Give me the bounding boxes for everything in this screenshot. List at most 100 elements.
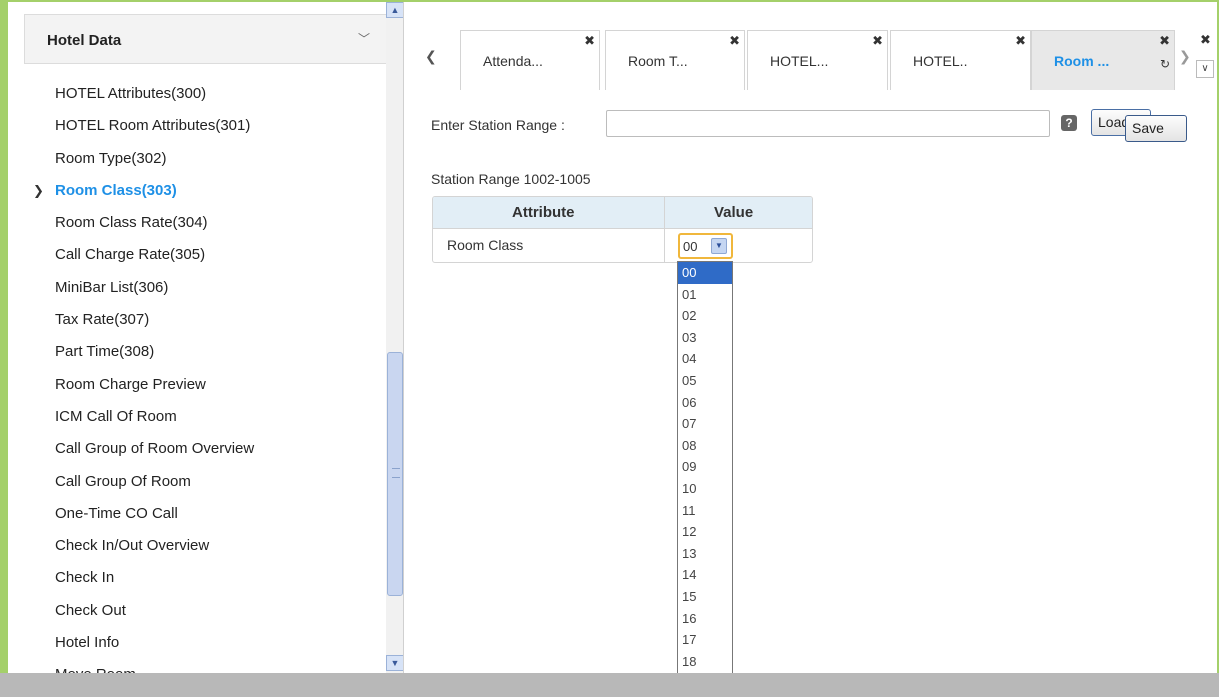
column-header-attribute: Attribute bbox=[512, 204, 575, 221]
tab-bar: ❮ Attenda... ✖ Room T... ✖ HOTEL... ✖ HO… bbox=[425, 30, 1219, 90]
station-range-label: Enter Station Range : bbox=[431, 117, 565, 133]
sidebar-item[interactable]: HOTEL Room Attributes(301) bbox=[8, 110, 388, 142]
close-icon[interactable]: ✖ bbox=[729, 33, 740, 49]
dropdown-option[interactable]: 05 bbox=[678, 370, 732, 392]
sidebar-item[interactable]: HOTEL Attributes(300) bbox=[8, 78, 388, 110]
dropdown-option[interactable]: 03 bbox=[678, 327, 732, 349]
sidebar-item[interactable]: ❯ Room Class(303) bbox=[8, 175, 388, 207]
sidebar-item[interactable]: Call Group of Room Overview bbox=[8, 433, 388, 465]
tab-label: HOTEL.. bbox=[913, 53, 968, 69]
chevron-down-icon[interactable]: ﹀ bbox=[358, 30, 370, 47]
dropdown-option[interactable]: 04 bbox=[678, 348, 732, 370]
tab-room-type[interactable]: Room T... ✖ bbox=[605, 30, 745, 90]
dropdown-option[interactable]: 01 bbox=[678, 284, 732, 306]
sidebar: Hotel Data ﹀ HOTEL Attributes(300) HOTEL … bbox=[8, 2, 404, 673]
sidebar-item-label: HOTEL Room Attributes(301) bbox=[55, 117, 251, 135]
close-icon[interactable]: ✖ bbox=[1159, 33, 1170, 49]
sidebar-item-label: Hotel Info bbox=[55, 634, 120, 652]
dropdown-option[interactable]: 09 bbox=[678, 456, 732, 478]
sidebar-item-label: MiniBar List(306) bbox=[55, 278, 169, 296]
sidebar-item-label: Check In bbox=[55, 569, 115, 587]
dropdown-option[interactable]: 12 bbox=[678, 521, 732, 543]
sidebar-item-label: Room Charge Preview bbox=[55, 375, 206, 393]
sidebar-item[interactable]: Room Class Rate(304) bbox=[8, 207, 388, 239]
sidebar-header[interactable]: Hotel Data ﹀ bbox=[24, 14, 387, 64]
sidebar-item[interactable]: Room Type(302) bbox=[8, 143, 388, 175]
sidebar-item[interactable]: Tax Rate(307) bbox=[8, 304, 388, 336]
sidebar-item[interactable]: Call Charge Rate(305) bbox=[8, 239, 388, 271]
select-value: 00 bbox=[683, 239, 698, 254]
dropdown-option[interactable]: 07 bbox=[678, 413, 732, 435]
sidebar-item-label: Call Group Of Room bbox=[55, 472, 191, 490]
sidebar-item[interactable]: Move Room bbox=[8, 659, 388, 673]
dropdown-option[interactable]: 11 bbox=[678, 500, 732, 522]
tab-hotel-2[interactable]: HOTEL.. ✖ bbox=[890, 30, 1031, 90]
close-icon[interactable]: ✖ bbox=[872, 33, 883, 49]
sidebar-item[interactable]: Check In/Out Overview bbox=[8, 530, 388, 562]
column-divider bbox=[664, 197, 665, 262]
reload-icon[interactable]: ↻ bbox=[1160, 57, 1170, 71]
sidebar-item[interactable]: Check In bbox=[8, 562, 388, 594]
status-bar bbox=[0, 673, 1219, 697]
sidebar-item[interactable]: ICM Call Of Room bbox=[8, 401, 388, 433]
tab-scroll-right-icon[interactable]: ❯ bbox=[1179, 48, 1191, 65]
dropdown-option[interactable]: 08 bbox=[678, 435, 732, 457]
close-icon[interactable]: ✖ bbox=[584, 33, 595, 49]
dropdown-option[interactable]: 18 bbox=[678, 651, 732, 673]
tab-scroll-left-icon[interactable]: ❮ bbox=[425, 48, 437, 65]
sidebar-item[interactable]: MiniBar List(306) bbox=[8, 272, 388, 304]
tab-hotel-1[interactable]: HOTEL... ✖ bbox=[747, 30, 888, 90]
column-header-value: Value bbox=[714, 204, 754, 221]
sidebar-item-label: Check Out bbox=[55, 601, 126, 619]
sidebar-item[interactable]: Hotel Info bbox=[8, 627, 388, 659]
close-all-icon[interactable]: ✖ bbox=[1200, 32, 1211, 48]
chevron-down-icon[interactable]: ▼ bbox=[711, 238, 727, 254]
dropdown-option[interactable]: 00 bbox=[678, 262, 732, 284]
save-button[interactable]: Save bbox=[1125, 115, 1187, 142]
sidebar-item[interactable]: Room Charge Preview bbox=[8, 369, 388, 401]
station-range-caption: Station Range 1002-1005 bbox=[431, 171, 591, 187]
sidebar-item-label: Room Class Rate(304) bbox=[55, 214, 208, 232]
sidebar-item-label: ICM Call Of Room bbox=[55, 407, 177, 425]
tab-room-class[interactable]: Room ... ✖ ↻ bbox=[1031, 30, 1175, 90]
close-icon[interactable]: ✖ bbox=[1015, 33, 1026, 49]
dropdown-option[interactable]: 17 bbox=[678, 629, 732, 651]
tab-label: Room T... bbox=[628, 53, 688, 69]
station-range-input[interactable] bbox=[606, 110, 1050, 137]
dropdown-option[interactable]: 15 bbox=[678, 586, 732, 608]
sidebar-title: Hotel Data bbox=[47, 32, 122, 49]
chevron-right-icon: ❯ bbox=[33, 182, 44, 198]
room-class-dropdown: 0001020304050607080910111213141516171819 bbox=[677, 261, 733, 695]
tab-attendant[interactable]: Attenda... ✖ bbox=[460, 30, 600, 90]
attribute-cell: Room Class bbox=[447, 237, 524, 253]
sidebar-item-label: One-Time CO Call bbox=[55, 504, 178, 522]
sidebar-item-label: Tax Rate(307) bbox=[55, 311, 150, 329]
sidebar-scrollbar[interactable]: ▲ ▼ bbox=[386, 2, 403, 673]
dropdown-option[interactable]: 06 bbox=[678, 392, 732, 414]
room-class-select[interactable]: 00 ▼ bbox=[678, 233, 733, 259]
sidebar-item-label: HOTEL Attributes(300) bbox=[55, 85, 207, 102]
scroll-up-arrow-icon[interactable]: ▲ bbox=[386, 2, 403, 18]
help-icon[interactable]: ? bbox=[1061, 115, 1077, 131]
sidebar-item-label: Call Group of Room Overview bbox=[55, 440, 255, 458]
scroll-down-arrow-icon[interactable]: ▼ bbox=[386, 655, 403, 671]
dropdown-option[interactable]: 13 bbox=[678, 543, 732, 565]
dropdown-option[interactable]: 02 bbox=[678, 305, 732, 327]
sidebar-menu: HOTEL Attributes(300) HOTEL Room Attribut… bbox=[8, 78, 388, 673]
sidebar-item-label: Room Class(303) bbox=[55, 181, 177, 199]
sidebar-item-label: Call Charge Rate(305) bbox=[55, 246, 206, 264]
tab-label: HOTEL... bbox=[770, 53, 829, 69]
sidebar-item-label: Move Room bbox=[55, 666, 136, 673]
sidebar-item[interactable]: Check Out bbox=[8, 595, 388, 627]
sidebar-item-label: Room Type(302) bbox=[55, 149, 167, 167]
sidebar-item[interactable]: Call Group Of Room bbox=[8, 466, 388, 498]
sidebar-item[interactable]: One-Time CO Call bbox=[8, 498, 388, 530]
scroll-thumb[interactable] bbox=[387, 352, 403, 596]
dropdown-option[interactable]: 10 bbox=[678, 478, 732, 500]
tab-label: Attenda... bbox=[483, 53, 543, 69]
tab-menu-chevron-icon[interactable]: ∨ bbox=[1196, 60, 1214, 78]
dropdown-option[interactable]: 16 bbox=[678, 608, 732, 630]
dropdown-option[interactable]: 14 bbox=[678, 564, 732, 586]
tab-label: Room ... bbox=[1054, 53, 1110, 69]
sidebar-item[interactable]: Part Time(308) bbox=[8, 336, 388, 368]
